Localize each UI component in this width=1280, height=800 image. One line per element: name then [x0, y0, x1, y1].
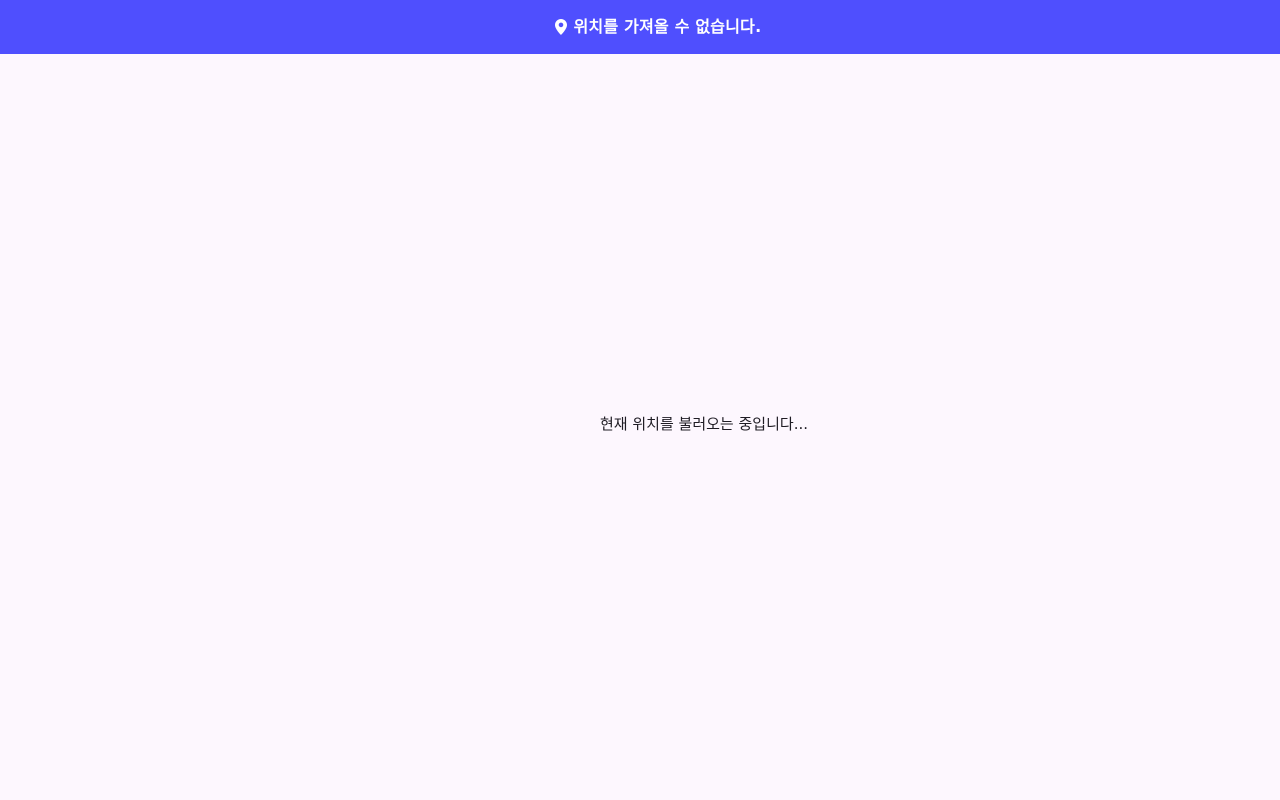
banner-message: 위치를 가져올 수 없습니다.	[573, 17, 762, 36]
loading-message: 현재 위치를 불러오는 중입니다...	[600, 415, 809, 433]
banner-content: 위치를 가져올 수 없습니다.	[554, 18, 762, 36]
location-error-banner: 위치를 가져올 수 없습니다.	[0, 0, 1280, 54]
location-pin-icon	[554, 18, 568, 36]
